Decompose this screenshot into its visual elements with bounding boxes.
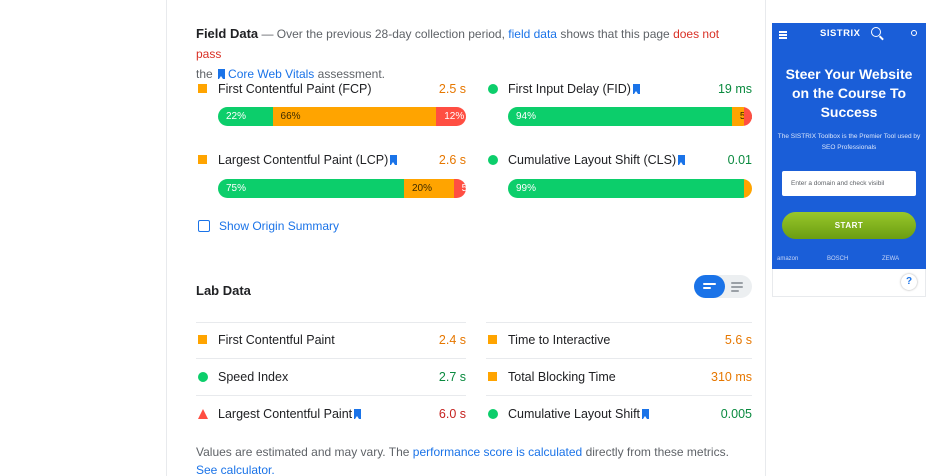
- bookmark-icon[interactable]: [354, 409, 362, 419]
- good-circle-icon: [488, 409, 498, 419]
- see-calculator-link[interactable]: See calculator.: [196, 463, 275, 476]
- page-guide-right: [765, 0, 766, 476]
- good-segment: 75%: [218, 179, 404, 198]
- divider: [196, 322, 466, 323]
- divider: [486, 322, 752, 323]
- lab-metric-si: Speed Index 2.7 s: [196, 368, 466, 386]
- logo-zewa: ZEWA: [882, 256, 900, 262]
- logo-amazon: amazon: [777, 256, 799, 262]
- distribution-bar-cls: 99%: [508, 179, 752, 198]
- average-square-icon: [488, 335, 497, 344]
- field-metric-cls: Cumulative Layout Shift (CLS) 0.01: [486, 151, 752, 169]
- average-segment: 66%: [272, 107, 437, 126]
- bookmark-icon[interactable]: [632, 84, 640, 94]
- bookmark-icon: [218, 69, 226, 79]
- core-web-vitals-link[interactable]: Core Web Vitals: [216, 67, 314, 81]
- lab-data-note: Values are estimated and may vary. The p…: [196, 445, 729, 476]
- lab-metric-tbt: Total Blocking Time 310 ms: [486, 368, 752, 386]
- page-guide-left: [166, 0, 167, 476]
- good-circle-icon: [198, 372, 208, 382]
- bookmark-icon[interactable]: [390, 155, 398, 165]
- lab-metric-lcp: Largest Contentful Paint 6.0 s: [196, 405, 466, 423]
- divider: [486, 395, 752, 396]
- field-data-header: Field Data — Over the previous 28-day co…: [196, 26, 720, 81]
- average-square-icon: [488, 372, 497, 381]
- sistrix-ad[interactable]: SISTRIX Steer Your Website on the Course…: [772, 23, 926, 269]
- ad-logos: amazon BOSCH ZEWA: [772, 253, 926, 269]
- search-icon[interactable]: [911, 30, 917, 36]
- list-view-toggle-icon[interactable]: [694, 275, 725, 298]
- good-segment: 99%: [508, 179, 744, 198]
- poor-segment: 2%: [744, 107, 752, 126]
- good-segment: 22%: [218, 107, 273, 126]
- performance-score-link[interactable]: performance score is calculated: [413, 445, 582, 459]
- divider: [196, 395, 466, 396]
- bookmark-icon[interactable]: [678, 155, 686, 165]
- ad-header: SISTRIX: [772, 23, 926, 45]
- average-segment: 20%: [404, 179, 454, 198]
- lab-metric-tti: Time to Interactive 5.6 s: [486, 331, 752, 349]
- lab-data-title: Lab Data: [196, 283, 251, 298]
- average-square-icon: [198, 335, 207, 344]
- domain-input[interactable]: Enter a domain and check visibil: [782, 171, 916, 196]
- ad-headline: Steer Your Website on the Course To Succ…: [785, 66, 913, 120]
- menu-icon[interactable]: [779, 31, 787, 40]
- field-data-link[interactable]: field data: [508, 27, 557, 41]
- field-metric-fcp: First Contentful Paint (FCP) 2.5 s: [196, 80, 466, 98]
- average-segment: [744, 179, 752, 198]
- ad-subtext: The SISTRIX Toolbox is the Premier Tool …: [777, 133, 921, 151]
- average-segment: 5%: [731, 107, 752, 126]
- good-segment: 94%: [508, 107, 732, 126]
- field-metric-lcp: Largest Contentful Paint (LCP) 2.6 s: [196, 151, 466, 169]
- divider: [486, 358, 752, 359]
- distribution-bar-lcp: 75%20%5%: [218, 179, 466, 198]
- ad-footer: ?: [772, 269, 926, 297]
- lab-metric-cls: Cumulative Layout Shift 0.005: [486, 405, 752, 423]
- lab-metric-fcp: First Contentful Paint 2.4 s: [196, 331, 466, 349]
- ad-brand: SISTRIX: [820, 28, 861, 39]
- distribution-bar-fid: 94%5%2%: [508, 107, 752, 126]
- view-toggle[interactable]: [694, 275, 752, 298]
- start-button[interactable]: START: [782, 212, 916, 239]
- checkbox-icon[interactable]: [198, 220, 210, 232]
- poor-segment: 12%: [436, 107, 466, 126]
- divider: [196, 358, 466, 359]
- poor-triangle-icon: [198, 409, 208, 419]
- field-metric-fid: First Input Delay (FID) 19 ms: [486, 80, 752, 98]
- average-square-icon: [198, 155, 207, 164]
- bookmark-icon[interactable]: [642, 409, 650, 419]
- good-circle-icon: [488, 84, 498, 94]
- help-icon[interactable]: ?: [901, 274, 917, 290]
- magnifier-logo-icon: [871, 27, 881, 37]
- good-circle-icon: [488, 155, 498, 165]
- distribution-bar-fcp: 22% 66% 12%: [218, 107, 466, 126]
- field-data-title: Field Data: [196, 26, 259, 41]
- poor-segment: 5%: [453, 179, 466, 198]
- logo-bosch: BOSCH: [827, 256, 849, 262]
- average-square-icon: [198, 84, 207, 93]
